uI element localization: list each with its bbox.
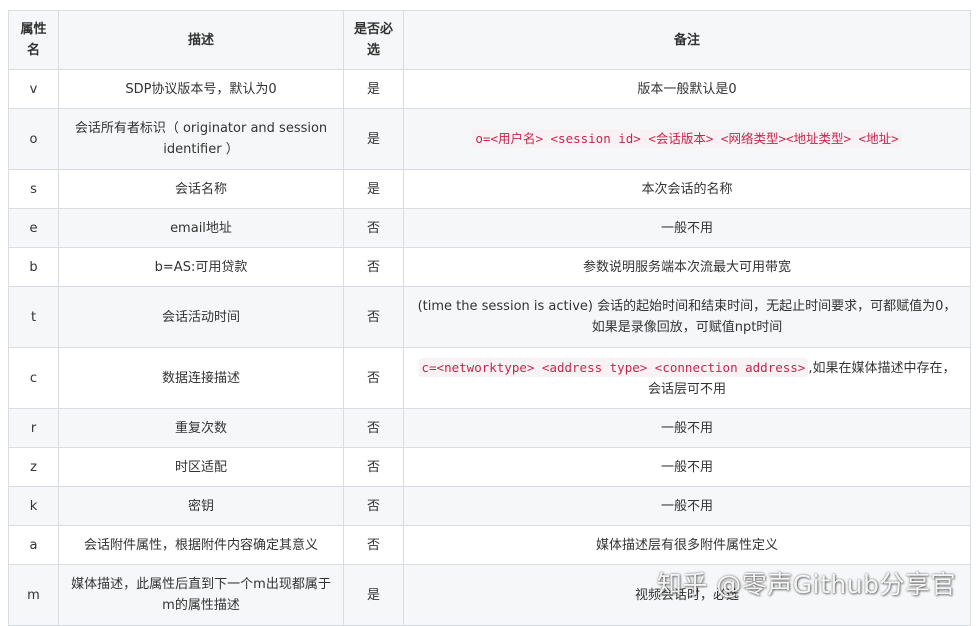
table-row: z 时区适配 否 一般不用 bbox=[8, 447, 971, 487]
attribute-name-cell: e bbox=[8, 208, 59, 248]
table-row: t 会话活动时间 否 (time the session is active) … bbox=[8, 286, 971, 348]
description-cell: email地址 bbox=[58, 208, 344, 248]
note-cell: c=<networktype> <address type> <connecti… bbox=[403, 347, 971, 409]
required-cell: 否 bbox=[343, 347, 404, 409]
note-cell: 媒体描述层有很多附件属性定义 bbox=[403, 525, 971, 565]
attribute-name-cell: m bbox=[8, 564, 59, 626]
description-cell: 会话名称 bbox=[58, 169, 344, 209]
header-required: 是否必选 bbox=[343, 10, 404, 70]
header-description: 描述 bbox=[58, 10, 344, 70]
description-cell: 密钥 bbox=[58, 486, 344, 526]
note-cell: (time the session is active) 会话的起始时间和结束时… bbox=[403, 286, 971, 348]
attribute-name-cell: c bbox=[8, 347, 59, 409]
attribute-name-cell: t bbox=[8, 286, 59, 348]
attribute-name-cell: o bbox=[8, 108, 59, 170]
description-cell: SDP协议版本号，默认为0 bbox=[58, 69, 344, 109]
description-cell: 媒体描述，此属性后直到下一个m出现都属于m的属性描述 bbox=[58, 564, 344, 626]
required-cell: 是 bbox=[343, 564, 404, 626]
required-cell: 否 bbox=[343, 208, 404, 248]
note-cell: 参数说明服务端本次流最大可用带宽 bbox=[403, 247, 971, 287]
attribute-name-cell: a bbox=[8, 525, 59, 565]
required-cell: 是 bbox=[343, 69, 404, 109]
attribute-name-cell: k bbox=[8, 486, 59, 526]
note-cell: 一般不用 bbox=[403, 486, 971, 526]
note-cell: 一般不用 bbox=[403, 447, 971, 487]
table-row: s 会话名称 是 本次会话的名称 bbox=[8, 169, 971, 209]
description-cell: 会话附件属性，根据附件内容确定其意义 bbox=[58, 525, 344, 565]
header-attribute-name: 属性名 bbox=[8, 10, 59, 70]
note-cell: o=<用户名> <session id> <会话版本> <网络类型><地址类型>… bbox=[403, 108, 971, 170]
table-header-row: 属性名 描述 是否必选 备注 bbox=[8, 10, 971, 70]
table-row: a 会话附件属性，根据附件内容确定其意义 否 媒体描述层有很多附件属性定义 bbox=[8, 525, 971, 565]
zhihu-watermark: 知乎 @零声Github分享官 bbox=[656, 570, 956, 599]
required-cell: 否 bbox=[343, 408, 404, 448]
attribute-name-cell: z bbox=[8, 447, 59, 487]
table-row: o 会话所有者标识（ originator and session identi… bbox=[8, 108, 971, 170]
required-cell: 否 bbox=[343, 247, 404, 287]
table-row: k 密钥 否 一般不用 bbox=[8, 486, 971, 526]
required-cell: 否 bbox=[343, 486, 404, 526]
description-cell: 数据连接描述 bbox=[58, 347, 344, 409]
note-code-snippet: c=<networktype> <address type> <connecti… bbox=[418, 357, 809, 377]
table-row: c 数据连接描述 否 c=<networktype> <address type… bbox=[8, 347, 971, 409]
table-row: e email地址 否 一般不用 bbox=[8, 208, 971, 248]
attribute-name-cell: s bbox=[8, 169, 59, 209]
attribute-name-cell: r bbox=[8, 408, 59, 448]
required-cell: 否 bbox=[343, 447, 404, 487]
sdp-attribute-table: 属性名 描述 是否必选 备注 v SDP协议版本号，默认为0 是 版本一般默认是… bbox=[8, 10, 971, 626]
note-cell: 一般不用 bbox=[403, 208, 971, 248]
required-cell: 否 bbox=[343, 286, 404, 348]
note-cell: 本次会话的名称 bbox=[403, 169, 971, 209]
required-cell: 是 bbox=[343, 108, 404, 170]
description-cell: 时区适配 bbox=[58, 447, 344, 487]
description-cell: b=AS:可用贷款 bbox=[58, 247, 344, 287]
table-row: b b=AS:可用贷款 否 参数说明服务端本次流最大可用带宽 bbox=[8, 247, 971, 287]
description-cell: 重复次数 bbox=[58, 408, 344, 448]
note-cell: 版本一般默认是0 bbox=[403, 69, 971, 109]
table-row: r 重复次数 否 一般不用 bbox=[8, 408, 971, 448]
attribute-name-cell: v bbox=[8, 69, 59, 109]
note-cell: 一般不用 bbox=[403, 408, 971, 448]
description-cell: 会话所有者标识（ originator and session identifi… bbox=[58, 108, 344, 170]
description-cell: 会话活动时间 bbox=[58, 286, 344, 348]
header-note: 备注 bbox=[403, 10, 971, 70]
required-cell: 是 bbox=[343, 169, 404, 209]
table-row: v SDP协议版本号，默认为0 是 版本一般默认是0 bbox=[8, 69, 971, 109]
attribute-name-cell: b bbox=[8, 247, 59, 287]
note-code-snippet: o=<用户名> <session id> <会话版本> <网络类型><地址类型>… bbox=[472, 129, 902, 148]
required-cell: 否 bbox=[343, 525, 404, 565]
